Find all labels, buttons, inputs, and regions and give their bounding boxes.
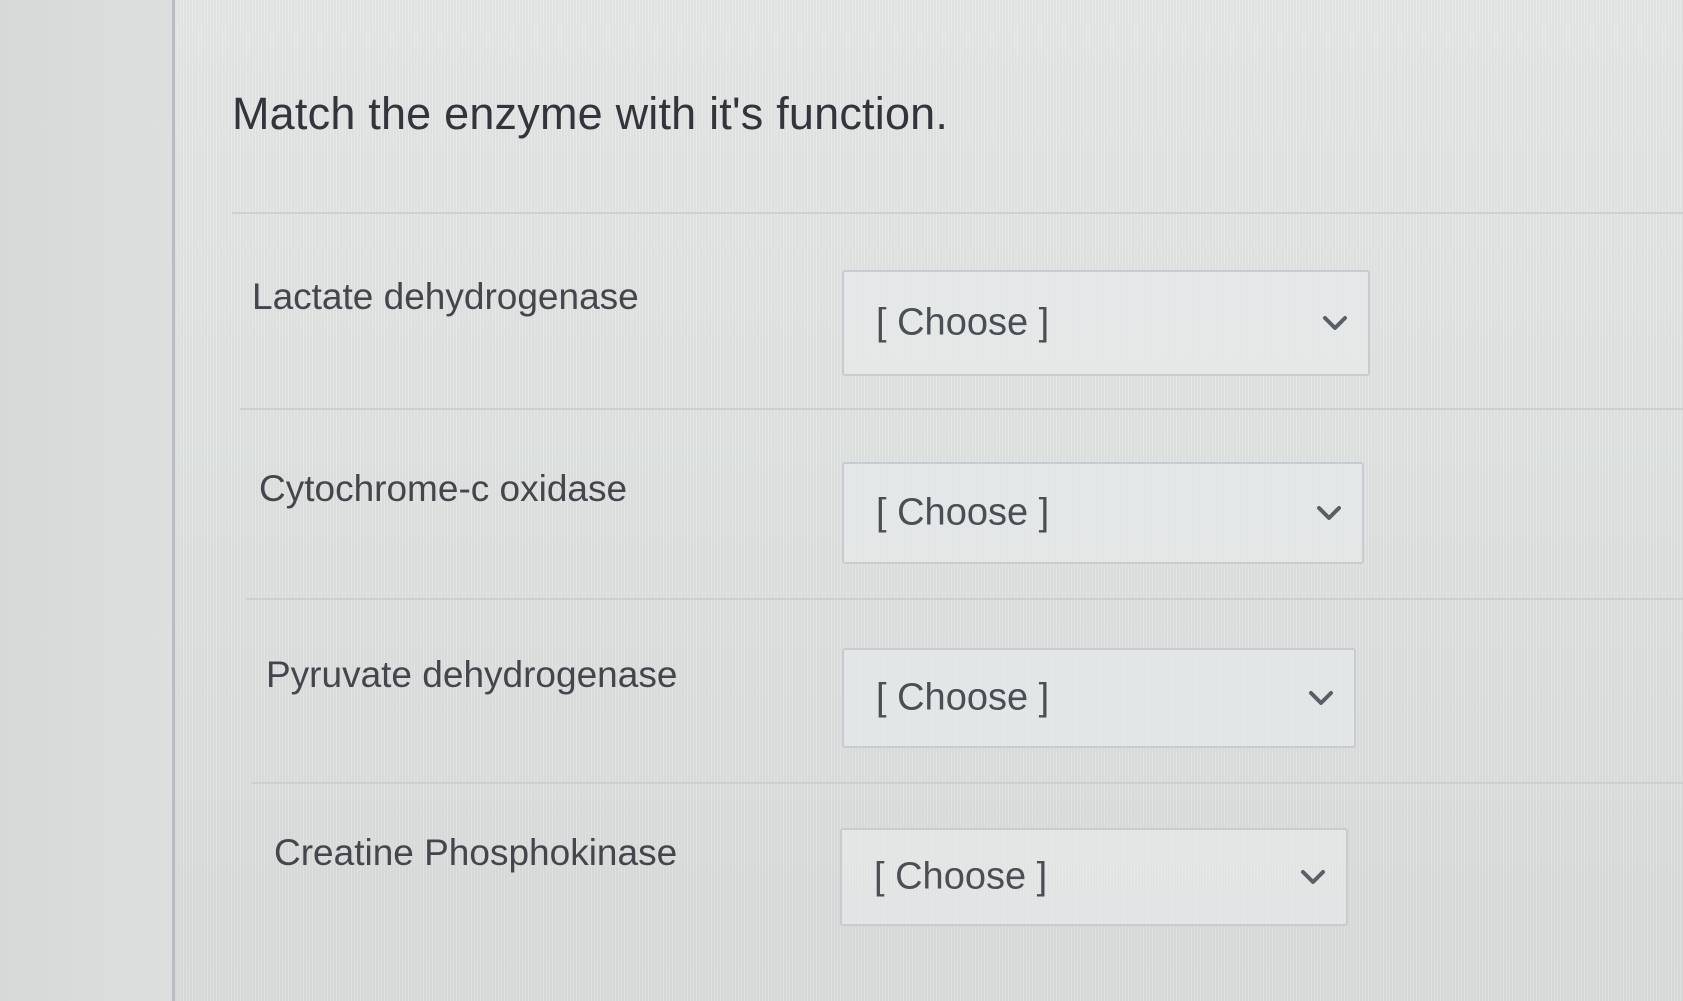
select-value: [ Choose ] — [876, 301, 1050, 344]
select-value: [ Choose ] — [874, 855, 1048, 898]
select-value: [ Choose ] — [876, 491, 1050, 534]
chevron-down-icon — [1322, 314, 1348, 332]
chevron-down-icon — [1300, 868, 1326, 886]
left-gutter — [0, 0, 172, 1001]
chevron-down-icon — [1316, 504, 1342, 522]
function-select-pyruvate-dehydrogenase[interactable]: [ Choose ] — [842, 648, 1356, 748]
question-title: Match the enzyme with it's function. — [232, 88, 949, 139]
enzyme-label-creatine-phosphokinase: Creatine Phosphokinase — [274, 832, 678, 873]
enzyme-label-pyruvate-dehydrogenase: Pyruvate dehydrogenase — [266, 654, 678, 695]
function-select-cytochrome-c-oxidase[interactable]: [ Choose ] — [842, 462, 1364, 564]
quiz-page: Match the enzyme with it's function. Lac… — [0, 0, 1683, 1001]
divider — [252, 782, 1683, 784]
divider — [232, 212, 1683, 214]
enzyme-label-cytochrome-c-oxidase: Cytochrome-c oxidase — [259, 468, 628, 509]
select-value: [ Choose ] — [876, 676, 1050, 719]
divider — [246, 598, 1683, 600]
content-border — [172, 0, 175, 1001]
chevron-down-icon — [1308, 689, 1334, 707]
divider — [240, 408, 1683, 410]
function-select-lactate-dehydrogenase[interactable]: [ Choose ] — [842, 270, 1370, 376]
enzyme-label-lactate-dehydrogenase: Lactate dehydrogenase — [252, 276, 639, 317]
function-select-creatine-phosphokinase[interactable]: [ Choose ] — [840, 828, 1348, 926]
